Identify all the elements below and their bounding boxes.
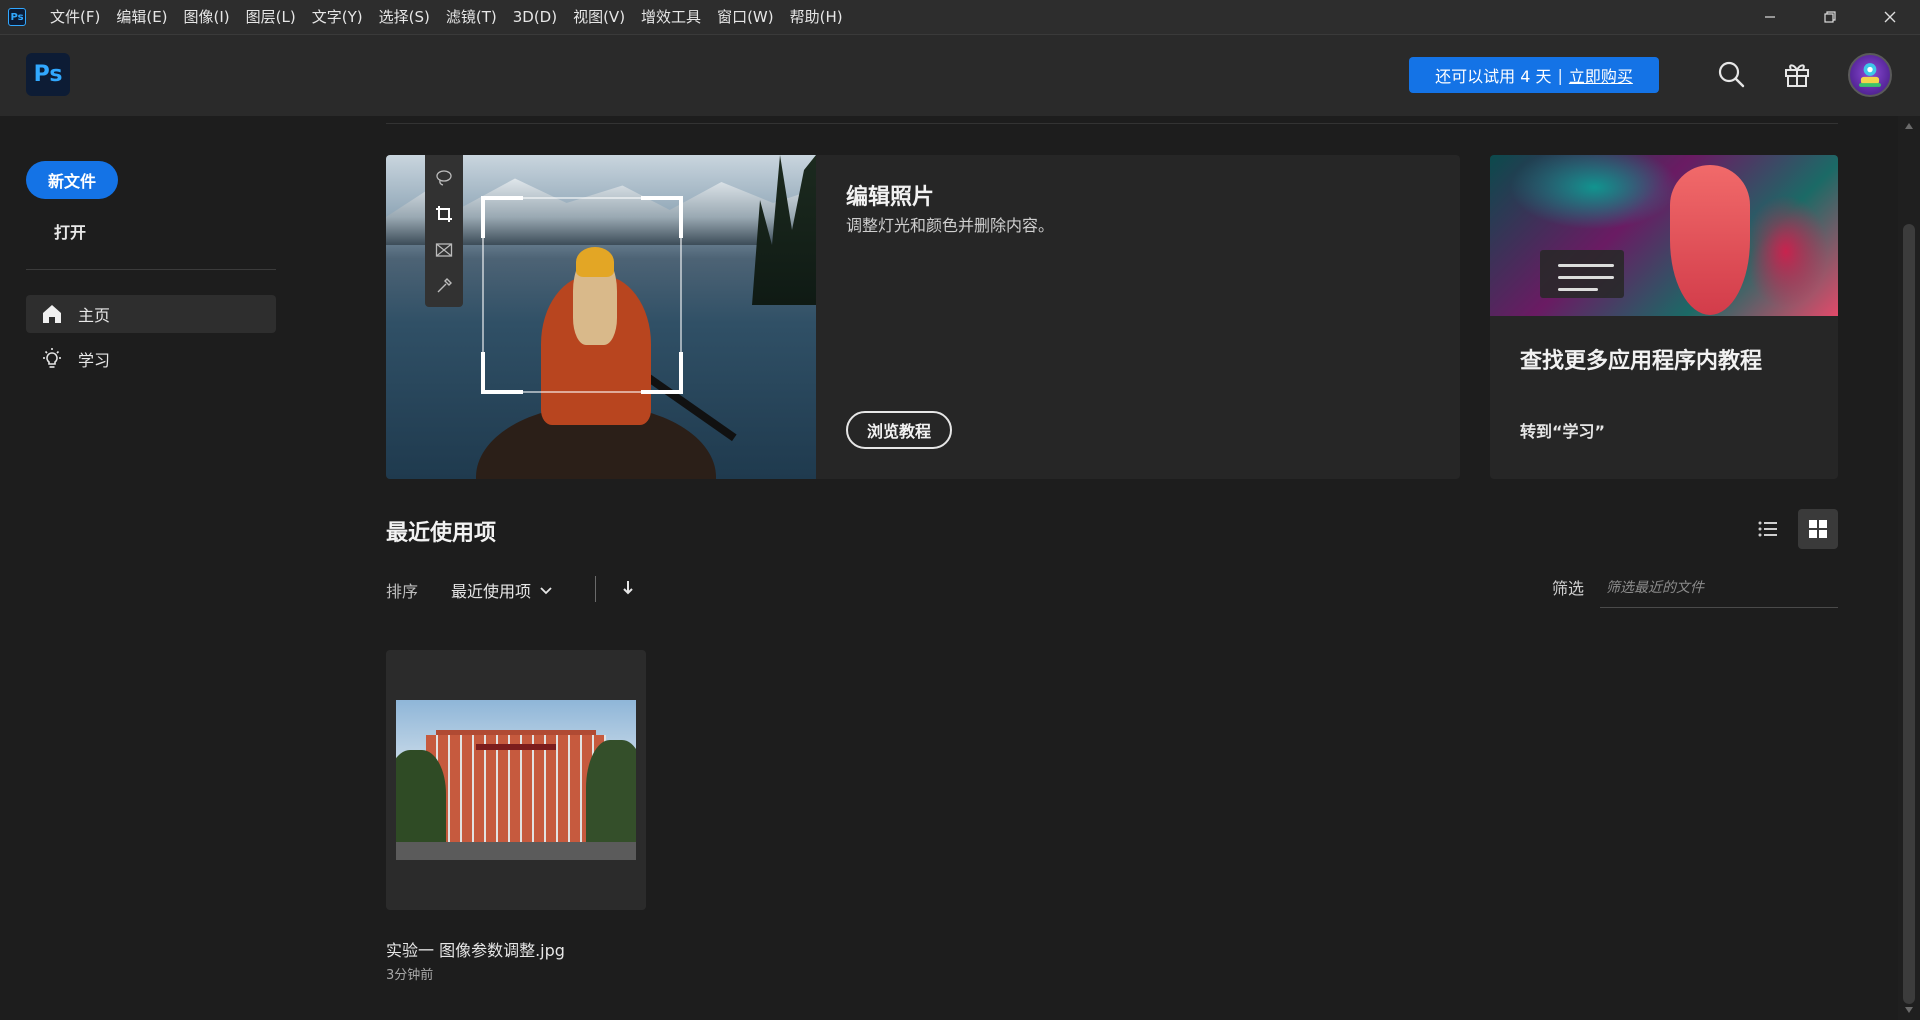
avatar[interactable] — [1848, 53, 1892, 97]
menu-window[interactable]: 窗口(W) — [709, 0, 782, 34]
menu-edit[interactable]: 编辑(E) — [108, 0, 175, 34]
close-button[interactable] — [1860, 0, 1920, 34]
menu-file[interactable]: 文件(F) — [42, 0, 108, 34]
browse-tutorials-button[interactable]: 浏览教程 — [846, 411, 952, 449]
avatar-figure-icon — [1859, 63, 1881, 87]
scrollbar[interactable] — [1898, 116, 1920, 1020]
grid-view-button[interactable] — [1798, 509, 1838, 549]
restore-button[interactable] — [1800, 0, 1860, 34]
go-to-learn-link[interactable]: 转到“学习” — [1520, 418, 1605, 442]
eyedropper-icon — [429, 271, 459, 301]
sidebar-item-label: 学习 — [78, 351, 111, 370]
menu-select[interactable]: 选择(S) — [371, 0, 438, 34]
crop-icon — [429, 199, 459, 229]
photoshop-logo: Ps — [26, 53, 70, 96]
gift-icon[interactable] — [1782, 59, 1812, 89]
menu-filter[interactable]: 滤镜(T) — [438, 0, 505, 34]
frame-icon — [429, 235, 459, 265]
grid-view-icon — [1809, 520, 1827, 538]
file-thumbnail — [396, 700, 636, 860]
sidebar-divider — [26, 269, 276, 270]
buy-now-link[interactable]: 立即购买 — [1569, 63, 1633, 87]
app-icon: Ps — [8, 8, 26, 26]
menu-plugins[interactable]: 增效工具 — [633, 0, 709, 34]
card-description: 调整灯光和颜色并删除内容。 — [846, 216, 1055, 235]
sort-dropdown[interactable]: 最近使用项 — [451, 578, 553, 602]
app-header: Ps 还可以试用 4 天 | 立即购买 — [0, 34, 1920, 116]
scroll-thumb[interactable] — [1903, 224, 1915, 1004]
edit-photo-card: 编辑照片 调整灯光和颜色并删除内容。 浏览教程 — [386, 155, 1460, 479]
minimize-button[interactable] — [1740, 0, 1800, 34]
sidebar-item-label: 主页 — [78, 306, 111, 325]
search-icon[interactable] — [1716, 59, 1746, 89]
lasso-icon — [429, 163, 459, 193]
hero-image — [386, 155, 816, 479]
list-view-icon — [1758, 521, 1777, 537]
scroll-up-icon[interactable] — [1903, 120, 1915, 132]
recent-file-tile[interactable] — [386, 650, 646, 910]
close-icon — [1884, 11, 1896, 23]
home-icon — [40, 302, 64, 326]
file-name[interactable]: 实验一 图像参数调整.jpg — [386, 937, 565, 961]
tutorials-card-title: 查找更多应用程序内教程 — [1520, 349, 1763, 374]
sort-divider — [595, 576, 596, 602]
layers-panel-illustration — [1540, 250, 1624, 298]
menu-image[interactable]: 图像(I) — [176, 0, 238, 34]
trial-buy-button[interactable]: 还可以试用 4 天 | 立即购买 — [1409, 57, 1659, 93]
sort-value: 最近使用项 — [451, 582, 532, 601]
filter-label: 筛选 — [1552, 579, 1585, 598]
filter-input[interactable] — [1600, 568, 1838, 608]
trial-separator: | — [1557, 65, 1563, 85]
window-controls — [1740, 0, 1920, 34]
open-button[interactable]: 打开 — [54, 219, 86, 243]
content-top-divider — [386, 123, 1838, 124]
menu-bar: Ps 文件(F) 编辑(E) 图像(I) 图层(L) 文字(Y) 选择(S) 滤… — [0, 0, 1920, 34]
card-title: 编辑照片 — [846, 185, 935, 210]
menu-layer[interactable]: 图层(L) — [238, 0, 304, 34]
sidebar-item-learn[interactable]: 学习 — [26, 340, 276, 378]
trial-text: 还可以试用 4 天 — [1435, 67, 1552, 86]
menu-view[interactable]: 视图(V) — [565, 0, 633, 34]
sort-label: 排序 — [386, 582, 419, 601]
tutorials-card[interactable]: 查找更多应用程序内教程 转到“学习” — [1490, 155, 1838, 479]
menu-type[interactable]: 文字(Y) — [304, 0, 371, 34]
recent-title: 最近使用项 — [386, 521, 497, 546]
new-file-button[interactable]: 新文件 — [26, 161, 118, 199]
sort-direction-button[interactable] — [620, 578, 636, 598]
restore-icon — [1824, 11, 1836, 23]
chevron-down-icon — [540, 587, 552, 595]
flamingo-image — [1490, 155, 1838, 316]
sidebar-item-home[interactable]: 主页 — [26, 295, 276, 333]
list-view-button[interactable] — [1748, 509, 1788, 549]
lightbulb-icon — [40, 347, 64, 371]
crop-frame — [481, 196, 683, 394]
arrow-down-icon — [623, 581, 633, 595]
menu-3d[interactable]: 3D(D) — [505, 0, 565, 34]
menu-help[interactable]: 帮助(H) — [782, 0, 851, 34]
file-time: 3分钟前 — [386, 968, 434, 983]
minimize-icon — [1765, 16, 1775, 18]
scroll-down-icon[interactable] — [1903, 1004, 1915, 1016]
tool-strip — [425, 155, 463, 307]
